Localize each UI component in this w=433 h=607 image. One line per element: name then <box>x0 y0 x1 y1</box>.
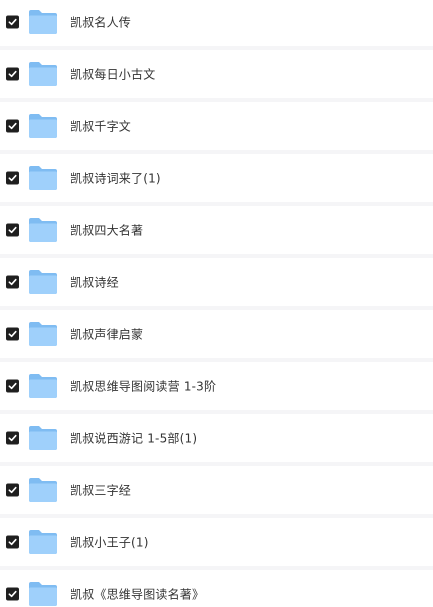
checked-checkbox-icon[interactable] <box>6 587 19 601</box>
checked-checkbox-icon[interactable] <box>6 119 19 133</box>
checked-checkbox-icon[interactable] <box>6 223 19 237</box>
folder-icon <box>28 477 58 503</box>
folder-icon <box>28 217 58 243</box>
list-item[interactable]: 凯叔名人传 <box>0 0 433 46</box>
folder-icon <box>28 581 58 607</box>
file-list: 凯叔名人传 凯叔每日小古文 凯叔千字文 凯叔诗词来了(1) 凯叔四大名著 凯叔诗… <box>0 0 433 607</box>
list-item[interactable]: 凯叔千字文 <box>0 102 433 150</box>
folder-icon <box>28 373 58 399</box>
list-item[interactable]: 凯叔三字经 <box>0 466 433 514</box>
file-name[interactable]: 凯叔《思维导图读名著》 <box>70 586 204 603</box>
list-item[interactable]: 凯叔思维导图阅读营 1-3阶 <box>0 362 433 410</box>
list-item[interactable]: 凯叔诗词来了(1) <box>0 154 433 202</box>
list-item[interactable]: 凯叔每日小古文 <box>0 50 433 98</box>
file-name[interactable]: 凯叔千字文 <box>70 118 131 135</box>
checked-checkbox-icon[interactable] <box>6 379 19 393</box>
list-item[interactable]: 凯叔《思维导图读名著》 <box>0 570 433 607</box>
list-item[interactable]: 凯叔小王子(1) <box>0 518 433 566</box>
folder-icon <box>28 9 58 35</box>
list-item[interactable]: 凯叔说西游记 1-5部(1) <box>0 414 433 462</box>
checked-checkbox-icon[interactable] <box>6 15 19 29</box>
folder-icon <box>28 529 58 555</box>
file-name[interactable]: 凯叔名人传 <box>70 14 131 31</box>
list-item[interactable]: 凯叔四大名著 <box>0 206 433 254</box>
folder-icon <box>28 321 58 347</box>
file-name[interactable]: 凯叔思维导图阅读营 1-3阶 <box>70 378 216 395</box>
file-name[interactable]: 凯叔小王子(1) <box>70 534 149 551</box>
file-name[interactable]: 凯叔说西游记 1-5部(1) <box>70 430 197 447</box>
folder-icon <box>28 165 58 191</box>
checked-checkbox-icon[interactable] <box>6 171 19 185</box>
checked-checkbox-icon[interactable] <box>6 431 19 445</box>
checked-checkbox-icon[interactable] <box>6 67 19 81</box>
checked-checkbox-icon[interactable] <box>6 275 19 289</box>
folder-icon <box>28 425 58 451</box>
folder-icon <box>28 269 58 295</box>
checked-checkbox-icon[interactable] <box>6 327 19 341</box>
list-item[interactable]: 凯叔声律启蒙 <box>0 310 433 358</box>
list-item[interactable]: 凯叔诗经 <box>0 258 433 306</box>
file-name[interactable]: 凯叔每日小古文 <box>70 66 155 83</box>
file-name[interactable]: 凯叔诗词来了(1) <box>70 170 161 187</box>
file-name[interactable]: 凯叔诗经 <box>70 274 119 291</box>
file-name[interactable]: 凯叔四大名著 <box>70 222 143 239</box>
folder-icon <box>28 61 58 87</box>
file-name[interactable]: 凯叔三字经 <box>70 482 131 499</box>
checked-checkbox-icon[interactable] <box>6 535 19 549</box>
folder-icon <box>28 113 58 139</box>
file-name[interactable]: 凯叔声律启蒙 <box>70 326 143 343</box>
checked-checkbox-icon[interactable] <box>6 483 19 497</box>
